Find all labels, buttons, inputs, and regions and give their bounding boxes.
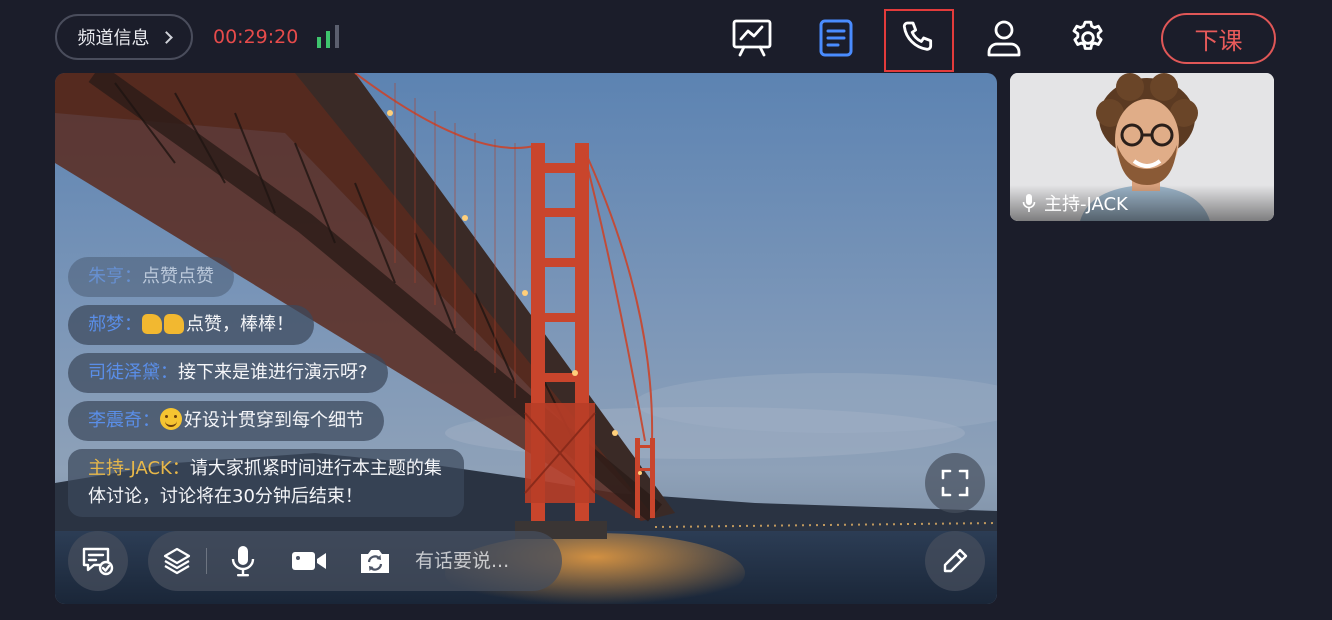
gear-icon[interactable] xyxy=(1066,16,1110,60)
microphone-icon xyxy=(231,546,255,577)
host-name-bar: 主持-JACK xyxy=(1010,185,1274,221)
layers-icon xyxy=(163,547,191,575)
chat-check-icon xyxy=(82,547,114,576)
main-video-stage: 朱亨：点赞点赞 郝梦： 点赞，棒棒！ 司徒泽黛：接下来是谁进行演示呀? 李震奇： 好… xyxy=(55,73,997,604)
document-icon[interactable] xyxy=(814,16,858,60)
microphone-icon xyxy=(1022,194,1036,212)
toolbar-divider xyxy=(206,548,207,574)
chat-message: 司徒泽黛：接下来是谁进行演示呀? xyxy=(68,353,388,393)
annotate-button[interactable] xyxy=(925,531,985,591)
host-name: 主持-JACK xyxy=(1044,194,1128,215)
end-class-button[interactable]: 下课 xyxy=(1161,13,1276,64)
class-timer: 00:29:20 xyxy=(213,26,299,48)
chat-message: 主持-JACK：请大家抓紧时间进行本主题的集体讨论，讨论将在30分钟后结束！ xyxy=(68,449,464,517)
chat-message-text: 好设计贯穿到每个细节 xyxy=(184,410,364,431)
chat-toggle-button[interactable] xyxy=(68,531,128,591)
microphone-button[interactable] xyxy=(225,543,261,579)
chat-message-input[interactable] xyxy=(415,543,555,579)
switch-camera-icon xyxy=(361,550,389,573)
chat-message: 郝梦： 点赞，棒棒！ xyxy=(68,305,314,345)
pencil-icon xyxy=(943,548,968,573)
chat-message-text: 点赞点赞 xyxy=(142,266,214,287)
video-camera-icon xyxy=(292,552,326,570)
smile-emoji-icon xyxy=(160,408,182,430)
thumbs-up-emoji-icon xyxy=(164,314,184,334)
chat-message-text: 接下来是谁进行演示呀? xyxy=(178,362,368,383)
fullscreen-icon xyxy=(941,469,969,497)
chat-message-text: 点赞，棒棒！ xyxy=(186,314,294,335)
host-video-tile[interactable]: 主持-JACK xyxy=(1010,73,1274,221)
fullscreen-button[interactable] xyxy=(925,453,985,513)
chat-sender-name: 李震奇： xyxy=(88,410,160,431)
user-icon[interactable] xyxy=(982,16,1026,60)
layers-button[interactable] xyxy=(159,543,195,579)
chat-message: 朱亨：点赞点赞 xyxy=(68,257,234,297)
chevron-right-icon xyxy=(159,30,173,44)
signal-strength-icon xyxy=(317,25,339,48)
chat-message: 李震奇： 好设计贯穿到每个细节 xyxy=(68,401,384,441)
switch-camera-button[interactable] xyxy=(357,543,393,579)
chat-sender-name: 朱亨： xyxy=(88,266,142,287)
camera-button[interactable] xyxy=(291,543,327,579)
chat-sender-name: 司徒泽黛： xyxy=(88,362,178,383)
chat-sender-name: 郝梦： xyxy=(88,314,142,335)
highlight-box xyxy=(884,9,954,72)
channel-info-button[interactable]: 频道信息 xyxy=(55,14,193,60)
whiteboard-icon[interactable] xyxy=(730,16,774,60)
thumbs-up-emoji-icon xyxy=(142,314,162,334)
chat-sender-name: 主持-JACK： xyxy=(88,458,190,479)
channel-info-label: 频道信息 xyxy=(77,28,150,49)
